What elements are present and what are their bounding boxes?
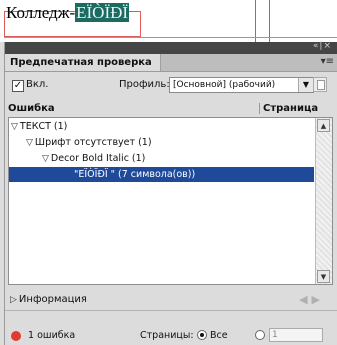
expand-triangle-icon[interactable]: ▽ [26,136,33,151]
expand-triangle-icon[interactable]: ▷ [10,295,17,305]
column-page[interactable]: Страница [259,103,318,114]
list-item-label: "ЕЇÒЇÐЇ " (7 символа(ов)) [74,169,196,180]
document-text-plain: Колледж- [6,3,76,22]
pages-range-radio[interactable] [255,330,265,340]
pages-all-radio[interactable] [197,330,207,340]
list-item-label: Decor Bold Italic (1) [50,153,146,164]
guide-line [4,37,337,38]
preflight-panel: «|× Предпечатная проверка ▾≡ ✓ Вкл. Проф… [4,41,337,345]
panel-menu-icon[interactable]: ▾≡ [321,56,334,67]
list-item[interactable]: ▽ ТЕКСТ (1) [11,119,67,134]
collapse-close-icon[interactable]: «|× [313,41,332,51]
pages-range-value: 1 [272,330,278,340]
pages-range-input[interactable]: 1 [269,328,323,342]
expand-triangle-icon[interactable]: ▽ [11,120,18,135]
info-section-toggle[interactable]: ▷ Информация [10,294,87,305]
status-bar: 1 ошибка Страницы: Все 1 [5,325,337,345]
list-item-label: Шрифт отсутствует (1) [34,137,152,148]
document-canvas: Колледж-ЕЇÒЇÐЇ [0,0,337,42]
panel-titlebar: «|× [5,41,337,54]
chevron-down-icon[interactable]: ▼ [298,78,313,92]
error-status-icon [11,331,21,341]
previous-arrow-icon[interactable]: ◀ [299,293,311,306]
column-error[interactable]: Ошибка [8,103,55,114]
list-item[interactable]: ▽ Шрифт отсутствует (1) [26,135,152,150]
list-item[interactable]: ▽ Decor Bold Italic (1) [42,151,145,166]
divider [5,310,337,311]
info-label: Информация [18,294,87,305]
list-header: Ошибка Страница [8,103,332,116]
error-list[interactable]: ▽ ТЕКСТ (1) ▽ Шрифт отсутствует (1) ▽ Decor… [8,117,333,285]
expand-triangle-icon[interactable]: ▽ [42,152,49,167]
guide-line [255,0,256,42]
panel-tab-row: Предпечатная проверка ▾≡ [5,54,337,72]
scroll-up-icon[interactable]: ▲ [317,119,330,132]
document-text-highlight: ЕЇÒЇÐЇ [75,3,130,22]
enabled-label: Вкл. [26,79,49,90]
enabled-checkbox[interactable]: ✓ [12,80,24,92]
profile-label: Профиль: [119,79,170,90]
list-item-selected[interactable]: "ЕЇÒЇÐЇ " (7 символа(ов)) [9,167,314,182]
list-item-label: ТЕКСТ (1) [19,121,68,132]
tab-title: Предпечатная проверка [10,57,152,68]
tab-preflight[interactable]: Предпечатная проверка [5,54,161,71]
guide-line [269,0,270,42]
error-count: 1 ошибка [28,330,76,341]
next-arrow-icon[interactable]: ▶ [312,293,324,306]
pages-all-label: Все [210,330,228,341]
options-row: ✓ Вкл. Профиль: [Основной] (рабочий) ▼ [5,76,337,96]
profile-define-button[interactable] [313,77,327,92]
profile-value: [Основной] (рабочий) [173,80,276,90]
vertical-scrollbar[interactable]: ▲ ▼ [315,118,332,284]
pages-label: Страницы: [140,330,194,341]
nav-arrows: ◀▶ [299,293,324,306]
document-text[interactable]: Колледж-ЕЇÒЇÐЇ [6,2,130,24]
profile-select[interactable]: [Основной] (рабочий) ▼ [169,77,314,93]
scroll-down-icon[interactable]: ▼ [317,270,330,283]
